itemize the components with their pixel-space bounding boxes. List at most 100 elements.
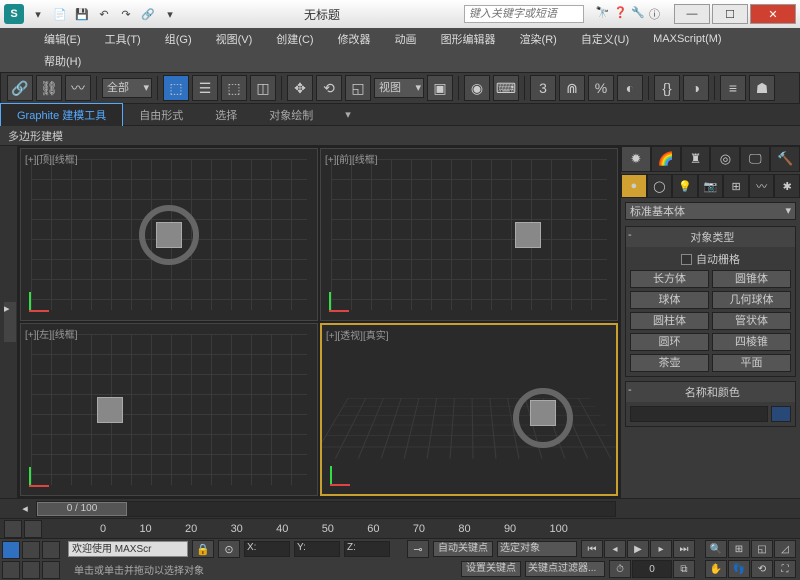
rollout-header[interactable]: -名称和颜色 <box>626 382 795 402</box>
geometry-icon[interactable]: ● <box>621 174 647 198</box>
auto-key-button[interactable]: 自动关键点 <box>433 541 493 557</box>
viewport-label[interactable]: [+][前][线框] <box>325 151 378 166</box>
menu-animation[interactable]: 动画 <box>391 29 421 49</box>
zoom-icon[interactable]: 🔍 <box>705 540 727 558</box>
box-button[interactable]: 长方体 <box>630 270 709 288</box>
tool-icon[interactable]: 🔧 <box>631 6 645 22</box>
link-icon[interactable]: 🔗 <box>138 4 158 24</box>
redo-icon[interactable]: ↷ <box>116 4 136 24</box>
open-icon[interactable]: 📄 <box>50 4 70 24</box>
selection-filter-combo[interactable]: 全部 <box>102 78 152 98</box>
spacewarps-icon[interactable]: 〰 <box>749 174 775 198</box>
unlink-tool-icon[interactable]: ⛓ <box>36 75 62 101</box>
frame-input[interactable]: 0 <box>632 560 672 578</box>
pyramid-button[interactable]: 四棱锥 <box>712 333 791 351</box>
nav-icon[interactable] <box>42 541 60 559</box>
viewport-front[interactable]: [+][前][线框] <box>320 148 618 321</box>
align-icon[interactable]: ≡ <box>720 75 746 101</box>
tab-paint[interactable]: 对象绘制 <box>253 104 329 126</box>
nav-icon[interactable] <box>2 561 20 579</box>
sphere-button[interactable]: 球体 <box>630 291 709 309</box>
prev-frame-icon[interactable]: ◂ <box>604 540 626 558</box>
track-icon[interactable] <box>4 520 22 538</box>
save-icon[interactable]: 💾 <box>72 4 92 24</box>
menu-create[interactable]: 创建(C) <box>272 29 317 49</box>
time-ruler[interactable]: 0102030405060708090100 <box>60 523 608 535</box>
track-icon[interactable] <box>24 520 42 538</box>
hierarchy-tab-icon[interactable]: ♜ <box>681 146 711 172</box>
move-tool-icon[interactable]: ✥ <box>287 75 313 101</box>
maximize-vp-icon[interactable]: ⛶ <box>774 560 796 578</box>
binoculars-icon[interactable]: 🔭 <box>596 6 610 22</box>
teapot-button[interactable]: 茶壶 <box>630 354 709 372</box>
autogrid-checkbox[interactable] <box>681 254 692 265</box>
select-manipulate-icon[interactable]: ◉ <box>464 75 490 101</box>
zoom-all-icon[interactable]: ⊞ <box>728 540 750 558</box>
close-button[interactable]: ✕ <box>750 4 796 24</box>
maximize-button[interactable]: ☐ <box>712 4 748 24</box>
viewport-label[interactable]: [+][透视][真实] <box>326 327 389 342</box>
walk-icon[interactable]: 👣 <box>728 560 750 578</box>
time-slider[interactable]: 0 / 100 <box>36 501 616 517</box>
menu-custom[interactable]: 自定义(U) <box>577 29 633 49</box>
select-name-icon[interactable]: ☰ <box>192 75 218 101</box>
menu-modifier[interactable]: 修改器 <box>334 29 375 49</box>
menu-render[interactable]: 渲染(R) <box>516 29 561 49</box>
utilities-tab-icon[interactable]: 🔨 <box>770 146 800 172</box>
helpers-icon[interactable]: ⊞ <box>723 174 749 198</box>
minimize-button[interactable]: — <box>674 4 710 24</box>
menu-tools[interactable]: 工具(T) <box>101 29 145 49</box>
goto-end-icon[interactable]: ⏭ <box>673 540 695 558</box>
tab-selection[interactable]: 选择 <box>199 104 253 126</box>
rollout-header[interactable]: -对象类型 <box>626 227 795 247</box>
coord-z[interactable]: Z: <box>344 541 390 557</box>
key-filter-button[interactable]: 关键点过滤器... <box>525 561 605 577</box>
mirror-icon[interactable]: ◑ <box>683 75 709 101</box>
motion-tab-icon[interactable]: ◎ <box>710 146 740 172</box>
cylinder-button[interactable]: 圆柱体 <box>630 312 709 330</box>
app-icon[interactable]: S <box>4 4 24 24</box>
nav-icon[interactable] <box>42 561 60 579</box>
color-swatch[interactable] <box>771 406 791 422</box>
nav-icon[interactable] <box>22 561 40 579</box>
menu-graph[interactable]: 图形编辑器 <box>437 29 500 49</box>
plane-button[interactable]: 平面 <box>712 354 791 372</box>
bind-tool-icon[interactable]: 〰 <box>65 75 91 101</box>
coord-x[interactable]: X: <box>244 541 290 557</box>
create-tab-icon[interactable]: ✹ <box>621 146 651 172</box>
nav-icon[interactable] <box>22 541 40 559</box>
cameras-icon[interactable]: 📷 <box>698 174 724 198</box>
info-icon[interactable]: ⓘ <box>649 6 660 22</box>
modify-tab-icon[interactable]: 🌈 <box>651 146 681 172</box>
viewport-perspective[interactable]: [+][透视][真实] <box>320 323 618 496</box>
cone-button[interactable]: 圆锥体 <box>712 270 791 288</box>
time-thumb[interactable]: 0 / 100 <box>37 502 127 516</box>
search-input[interactable] <box>464 5 584 23</box>
category-combo[interactable]: 标准基本体 <box>625 202 796 220</box>
geosphere-button[interactable]: 几何球体 <box>712 291 791 309</box>
scroll-handle[interactable]: ▸ <box>4 302 16 342</box>
name-input[interactable] <box>630 406 768 422</box>
orbit-icon[interactable]: ⟲ <box>751 560 773 578</box>
pan-icon[interactable]: ✋ <box>705 560 727 578</box>
tab-freeform[interactable]: 自由形式 <box>123 104 199 126</box>
ref-coord-combo[interactable]: 视图 <box>374 78 424 98</box>
zoom-extents-icon[interactable]: ◱ <box>751 540 773 558</box>
lock-icon[interactable]: 🔒 <box>192 540 214 558</box>
lights-icon[interactable]: 💡 <box>672 174 698 198</box>
scale-tool-icon[interactable]: ◱ <box>345 75 371 101</box>
key-mode-icon[interactable]: ⊸ <box>407 540 429 558</box>
torus-button[interactable]: 圆环 <box>630 333 709 351</box>
menu-maxscript[interactable]: MAXScript(M) <box>649 31 725 47</box>
display-tab-icon[interactable]: 🖵 <box>740 146 770 172</box>
fov-icon[interactable]: ◿ <box>774 540 796 558</box>
play-icon[interactable]: ▶ <box>627 540 649 558</box>
menu-group[interactable]: 组(G) <box>161 29 196 49</box>
keyboard-shortcut-icon[interactable]: ⌨ <box>493 75 519 101</box>
more-icon[interactable]: ▾ <box>160 4 180 24</box>
viewport-label[interactable]: [+][顶][线框] <box>25 151 78 166</box>
set-key-button[interactable]: 设置关键点 <box>461 561 521 577</box>
ribbon-expand-icon[interactable]: ▾ <box>329 105 367 124</box>
time-prev-icon[interactable]: ◂ <box>18 502 32 515</box>
shapes-icon[interactable]: ◯ <box>647 174 673 198</box>
